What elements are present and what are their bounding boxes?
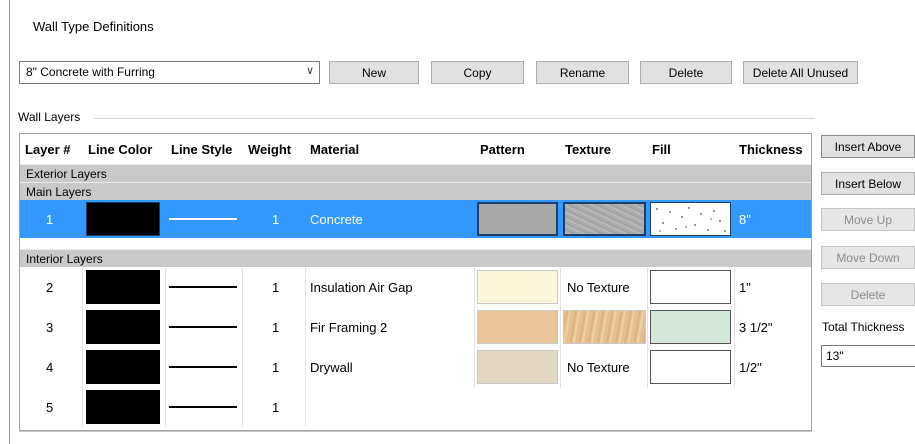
- pattern-swatch[interactable]: [477, 270, 558, 304]
- material-name[interactable]: Insulation Air Gap: [310, 268, 413, 306]
- column-header-texture[interactable]: Texture: [565, 134, 611, 164]
- copy-button[interactable]: Copy: [431, 61, 524, 84]
- layer-number: 1: [46, 211, 54, 227]
- line-style-sample[interactable]: [169, 218, 237, 220]
- wall-layers-group-label: Wall Layers: [18, 110, 85, 124]
- column-divider: [242, 268, 243, 426]
- fill-swatch[interactable]: [650, 350, 731, 384]
- weight-value: 1: [272, 359, 280, 375]
- table-row[interactable]: 4 1 Drywall No Texture 1/2": [20, 348, 811, 386]
- section-interior-layers: Interior Layers: [20, 249, 811, 267]
- texture-label[interactable]: No Texture: [567, 268, 630, 306]
- insert-above-button[interactable]: Insert Above: [821, 135, 915, 158]
- fill-swatch[interactable]: [650, 310, 731, 344]
- weight-value: 1: [272, 399, 280, 415]
- column-divider: [647, 268, 648, 388]
- pattern-swatch[interactable]: [477, 310, 558, 344]
- column-divider: [734, 268, 735, 388]
- texture-label[interactable]: No Texture: [567, 348, 630, 386]
- layer-number: 4: [46, 359, 54, 375]
- layer-number: 3: [46, 319, 54, 335]
- thickness-value[interactable]: 1": [739, 268, 751, 306]
- material-name[interactable]: Fir Framing 2: [310, 308, 387, 346]
- material-name[interactable]: Concrete: [310, 200, 363, 238]
- rename-button[interactable]: Rename: [536, 61, 629, 84]
- total-thickness-label: Total Thickness: [822, 320, 905, 334]
- weight-value: 1: [272, 279, 280, 295]
- delete-button[interactable]: Delete: [640, 61, 732, 84]
- delete-layer-button[interactable]: Delete: [821, 283, 915, 306]
- texture-swatch[interactable]: [563, 310, 646, 344]
- thickness-value[interactable]: 1/2": [739, 348, 762, 386]
- layer-number: 2: [46, 279, 54, 295]
- pattern-swatch[interactable]: [477, 350, 558, 384]
- wall-layers-table[interactable]: Layer # Line Color Line Style Weight Mat…: [19, 133, 812, 431]
- line-color-swatch[interactable]: [86, 310, 160, 344]
- fill-swatch[interactable]: [650, 270, 731, 304]
- wall-type-selected-value: 8" Concrete with Furring: [26, 65, 155, 79]
- column-divider: [82, 268, 83, 426]
- table-row[interactable]: 3 1 Fir Framing 2 3 1/2": [20, 308, 811, 346]
- line-color-swatch[interactable]: [86, 270, 160, 304]
- line-color-swatch[interactable]: [86, 350, 160, 384]
- column-header-line-style[interactable]: Line Style: [171, 134, 232, 164]
- column-header-fill[interactable]: Fill: [652, 134, 671, 164]
- section-main-layers: Main Layers: [20, 182, 811, 200]
- dialog-title: Wall Type Definitions: [33, 19, 154, 34]
- column-divider: [305, 268, 306, 426]
- grid-bottom-border: [19, 431, 812, 432]
- column-header-line-color[interactable]: Line Color: [88, 134, 152, 164]
- column-header-weight[interactable]: Weight: [248, 134, 291, 164]
- line-color-swatch[interactable]: [86, 202, 160, 236]
- line-style-sample[interactable]: [169, 406, 237, 408]
- column-header-material[interactable]: Material: [310, 134, 359, 164]
- chevron-down-icon[interactable]: ∨: [306, 64, 314, 77]
- fill-swatch[interactable]: [650, 202, 731, 236]
- column-divider: [474, 268, 475, 388]
- wall-type-dropdown[interactable]: 8" Concrete with Furring ∨: [19, 61, 320, 84]
- group-divider: [94, 118, 815, 119]
- material-name[interactable]: Drywall: [310, 348, 353, 386]
- column-header-pattern[interactable]: Pattern: [480, 134, 525, 164]
- layer-number: 5: [46, 399, 54, 415]
- line-style-sample[interactable]: [169, 326, 237, 328]
- column-divider: [560, 268, 561, 388]
- texture-swatch[interactable]: [563, 202, 646, 236]
- pattern-swatch[interactable]: [477, 202, 558, 236]
- weight-value: 1: [272, 319, 280, 335]
- speckle-fill-icon: [656, 207, 726, 232]
- thickness-value[interactable]: 3 1/2": [739, 308, 773, 346]
- weight-value: 1: [272, 211, 280, 227]
- line-style-sample[interactable]: [169, 286, 237, 288]
- move-down-button[interactable]: Move Down: [821, 246, 915, 269]
- move-up-button[interactable]: Move Up: [821, 208, 915, 231]
- column-header-layer[interactable]: Layer #: [25, 134, 71, 164]
- total-thickness-field: 13": [821, 345, 915, 367]
- thickness-value[interactable]: 8": [739, 200, 751, 238]
- table-row[interactable]: 2 1 Insulation Air Gap No Texture 1": [20, 268, 811, 306]
- new-button[interactable]: New: [329, 61, 419, 84]
- delete-all-unused-button[interactable]: Delete All Unused: [743, 61, 858, 84]
- column-divider: [165, 268, 166, 426]
- line-color-swatch[interactable]: [86, 390, 160, 424]
- section-exterior-layers: Exterior Layers: [20, 164, 811, 182]
- column-header-thickness[interactable]: Thickness: [739, 134, 803, 164]
- table-row[interactable]: 5 1: [20, 388, 811, 426]
- table-row[interactable]: 1 1 Concrete 8": [20, 200, 811, 238]
- insert-below-button[interactable]: Insert Below: [821, 172, 915, 195]
- line-style-sample[interactable]: [169, 366, 237, 368]
